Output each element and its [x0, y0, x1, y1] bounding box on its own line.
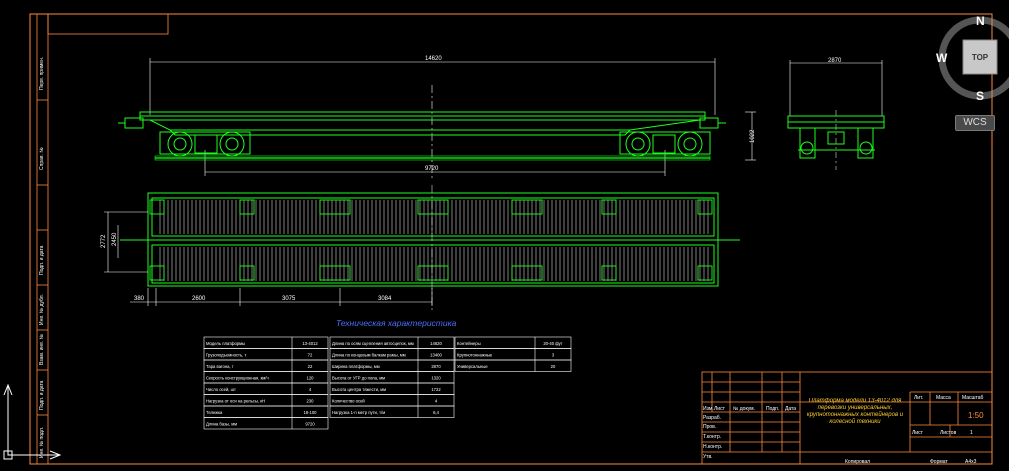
ucs-icon [3, 383, 62, 460]
dim-seg1: 2600 [192, 296, 206, 302]
svg-text:Взам. инв. №: Взам. инв. № [39, 334, 45, 365]
table-cell-label: Тара вагона, т [206, 364, 234, 369]
side-view[interactable]: 14620 9720 1022 [118, 56, 756, 180]
table-cell-value: 14620 [430, 341, 442, 346]
table-cell-value: 4 [435, 399, 438, 404]
svg-text:Изм.: Изм. [703, 406, 714, 412]
dim-top-length: 14620 [425, 56, 442, 62]
table-cell-value: 22 [308, 364, 313, 369]
svg-text:Формат: Формат [930, 459, 948, 465]
table-cell-label: Длина по осям сцепления автосцепок, мм [332, 341, 414, 346]
table-cell-value: 230 [307, 399, 315, 404]
svg-text:Утв.: Утв. [703, 454, 713, 460]
table-cell-value: 1722 [431, 387, 441, 392]
dim-bogie-base: 9720 [425, 166, 439, 172]
svg-text:Подп. и дата: Подп. и дата [39, 245, 45, 275]
compass-west[interactable]: W [936, 51, 948, 65]
sheet-number: 1 [970, 430, 973, 436]
svg-text:Лист: Лист [912, 430, 924, 436]
table-cell-value: 1320 [431, 376, 441, 381]
svg-text:Лит.: Лит. [914, 395, 923, 401]
sheet-scale: 1:50 [968, 411, 984, 420]
svg-text:Инв. № дубл.: Инв. № дубл. [39, 294, 45, 325]
svg-text:Справ. №: Справ. № [39, 147, 45, 170]
outer-frame [29, 13, 993, 465]
dim-seg2: 3075 [282, 296, 296, 302]
compass-south[interactable]: S [976, 89, 984, 103]
table-cell-label: Скорость конструкционная, км/ч [206, 376, 269, 381]
dim-height: 1022 [750, 129, 756, 143]
table-cell-label: Универсальные [457, 364, 488, 369]
table-cell-value: 6,4 [433, 410, 439, 415]
svg-text:Перв. примен.: Перв. примен. [39, 57, 45, 90]
wcs-menu-button[interactable]: WCS [955, 115, 995, 131]
dim-end-width: 2870 [828, 58, 842, 64]
svg-text:№ докум.: № докум. [733, 406, 755, 412]
table-cell-value: 2870 [431, 364, 441, 369]
table-cell-label: Контейнеры [457, 341, 481, 346]
table-cell-value: 3 [552, 353, 555, 358]
end-view[interactable]: 2870 [787, 58, 885, 170]
table-cell-label: Высота от УГР до пола, мм [332, 376, 385, 381]
table-cell-label: Грузоподъемность, т [206, 353, 246, 358]
svg-text:Масса: Масса [936, 395, 951, 401]
svg-text:Подп. и дата: Подп. и дата [39, 380, 45, 410]
table-cell-label: Модель платформы [206, 341, 245, 346]
svg-text:Т.контр.: Т.контр. [703, 434, 721, 440]
svg-text:Разраб.: Разраб. [703, 415, 721, 421]
svg-text:Пров.: Пров. [703, 424, 716, 430]
svg-text:Инв. № подл.: Инв. № подл. [39, 427, 45, 458]
svg-text:A4x3: A4x3 [965, 459, 977, 465]
svg-text:Дата: Дата [785, 406, 796, 412]
table-cell-value: 4 [309, 387, 312, 392]
table-cell-value: 20 [551, 364, 556, 369]
table-cell-value: 20-40 фут [543, 341, 562, 346]
svg-text:Листов: Листов [940, 430, 957, 436]
dim-left-small: 380 [134, 296, 145, 302]
dim-plan-width: 2772 [101, 234, 107, 248]
tech-tables: Модель платформы 13-4012 Грузоподъемность,… [203, 336, 572, 430]
table-cell-label: Число осей, шт [206, 387, 236, 392]
table-cell-value: 13-4012 [302, 341, 318, 346]
svg-text:Подп.: Подп. [766, 406, 779, 412]
table-cell-label: Нагрузка от оси на рельсы, кН [206, 399, 265, 404]
dim-seg3: 3084 [378, 296, 392, 302]
table-cell-label: Тележка [206, 410, 223, 415]
dim-plan-inner: 2450 [112, 232, 118, 246]
cad-drawing-canvas[interactable]: Перв. примен. Справ. № Подп. и дата Инв.… [0, 0, 1009, 471]
table-cell-label: Длина базы, мм [206, 422, 237, 427]
compass-north[interactable]: N [976, 14, 985, 28]
table-cell-label: Ширина платформы, мм [332, 364, 380, 369]
tech-title: Техническая характеристика [336, 318, 457, 328]
table-cell-label: Высота центра тяжести, мм [332, 387, 386, 392]
table-cell-value: 9720 [305, 422, 315, 427]
left-stamp-text: Перв. примен. Справ. № Подп. и дата Инв.… [39, 57, 45, 458]
table-cell-label: Нагрузка 1-п метр пути, т/м [332, 410, 385, 415]
table-cell-value: 18-100 [303, 410, 317, 415]
table-cell-label: Количество осей [332, 399, 365, 404]
svg-text:Н.контр.: Н.контр. [703, 444, 722, 450]
table-cell-value: 13400 [430, 353, 442, 358]
drawing-title: Платформа модели 13-4012 для перевозки у… [807, 398, 903, 425]
table-cell-label: Крупнотоннажные [457, 353, 493, 358]
svg-text:Лист: Лист [714, 406, 726, 412]
svg-text:Копировал: Копировал [845, 459, 870, 465]
plan-view[interactable]: 2772 2450 380 2600 3075 3084 [101, 185, 740, 310]
svg-text:TOP: TOP [972, 53, 989, 62]
viewcube[interactable]: TOP N S W [936, 14, 1009, 103]
table-cell-value: 120 [307, 376, 315, 381]
table-cell-label: Длина по концевым балкам рамы, мм [332, 353, 406, 358]
table-cell-value: 72 [308, 353, 313, 358]
svg-text:Масштаб: Масштаб [962, 395, 984, 401]
